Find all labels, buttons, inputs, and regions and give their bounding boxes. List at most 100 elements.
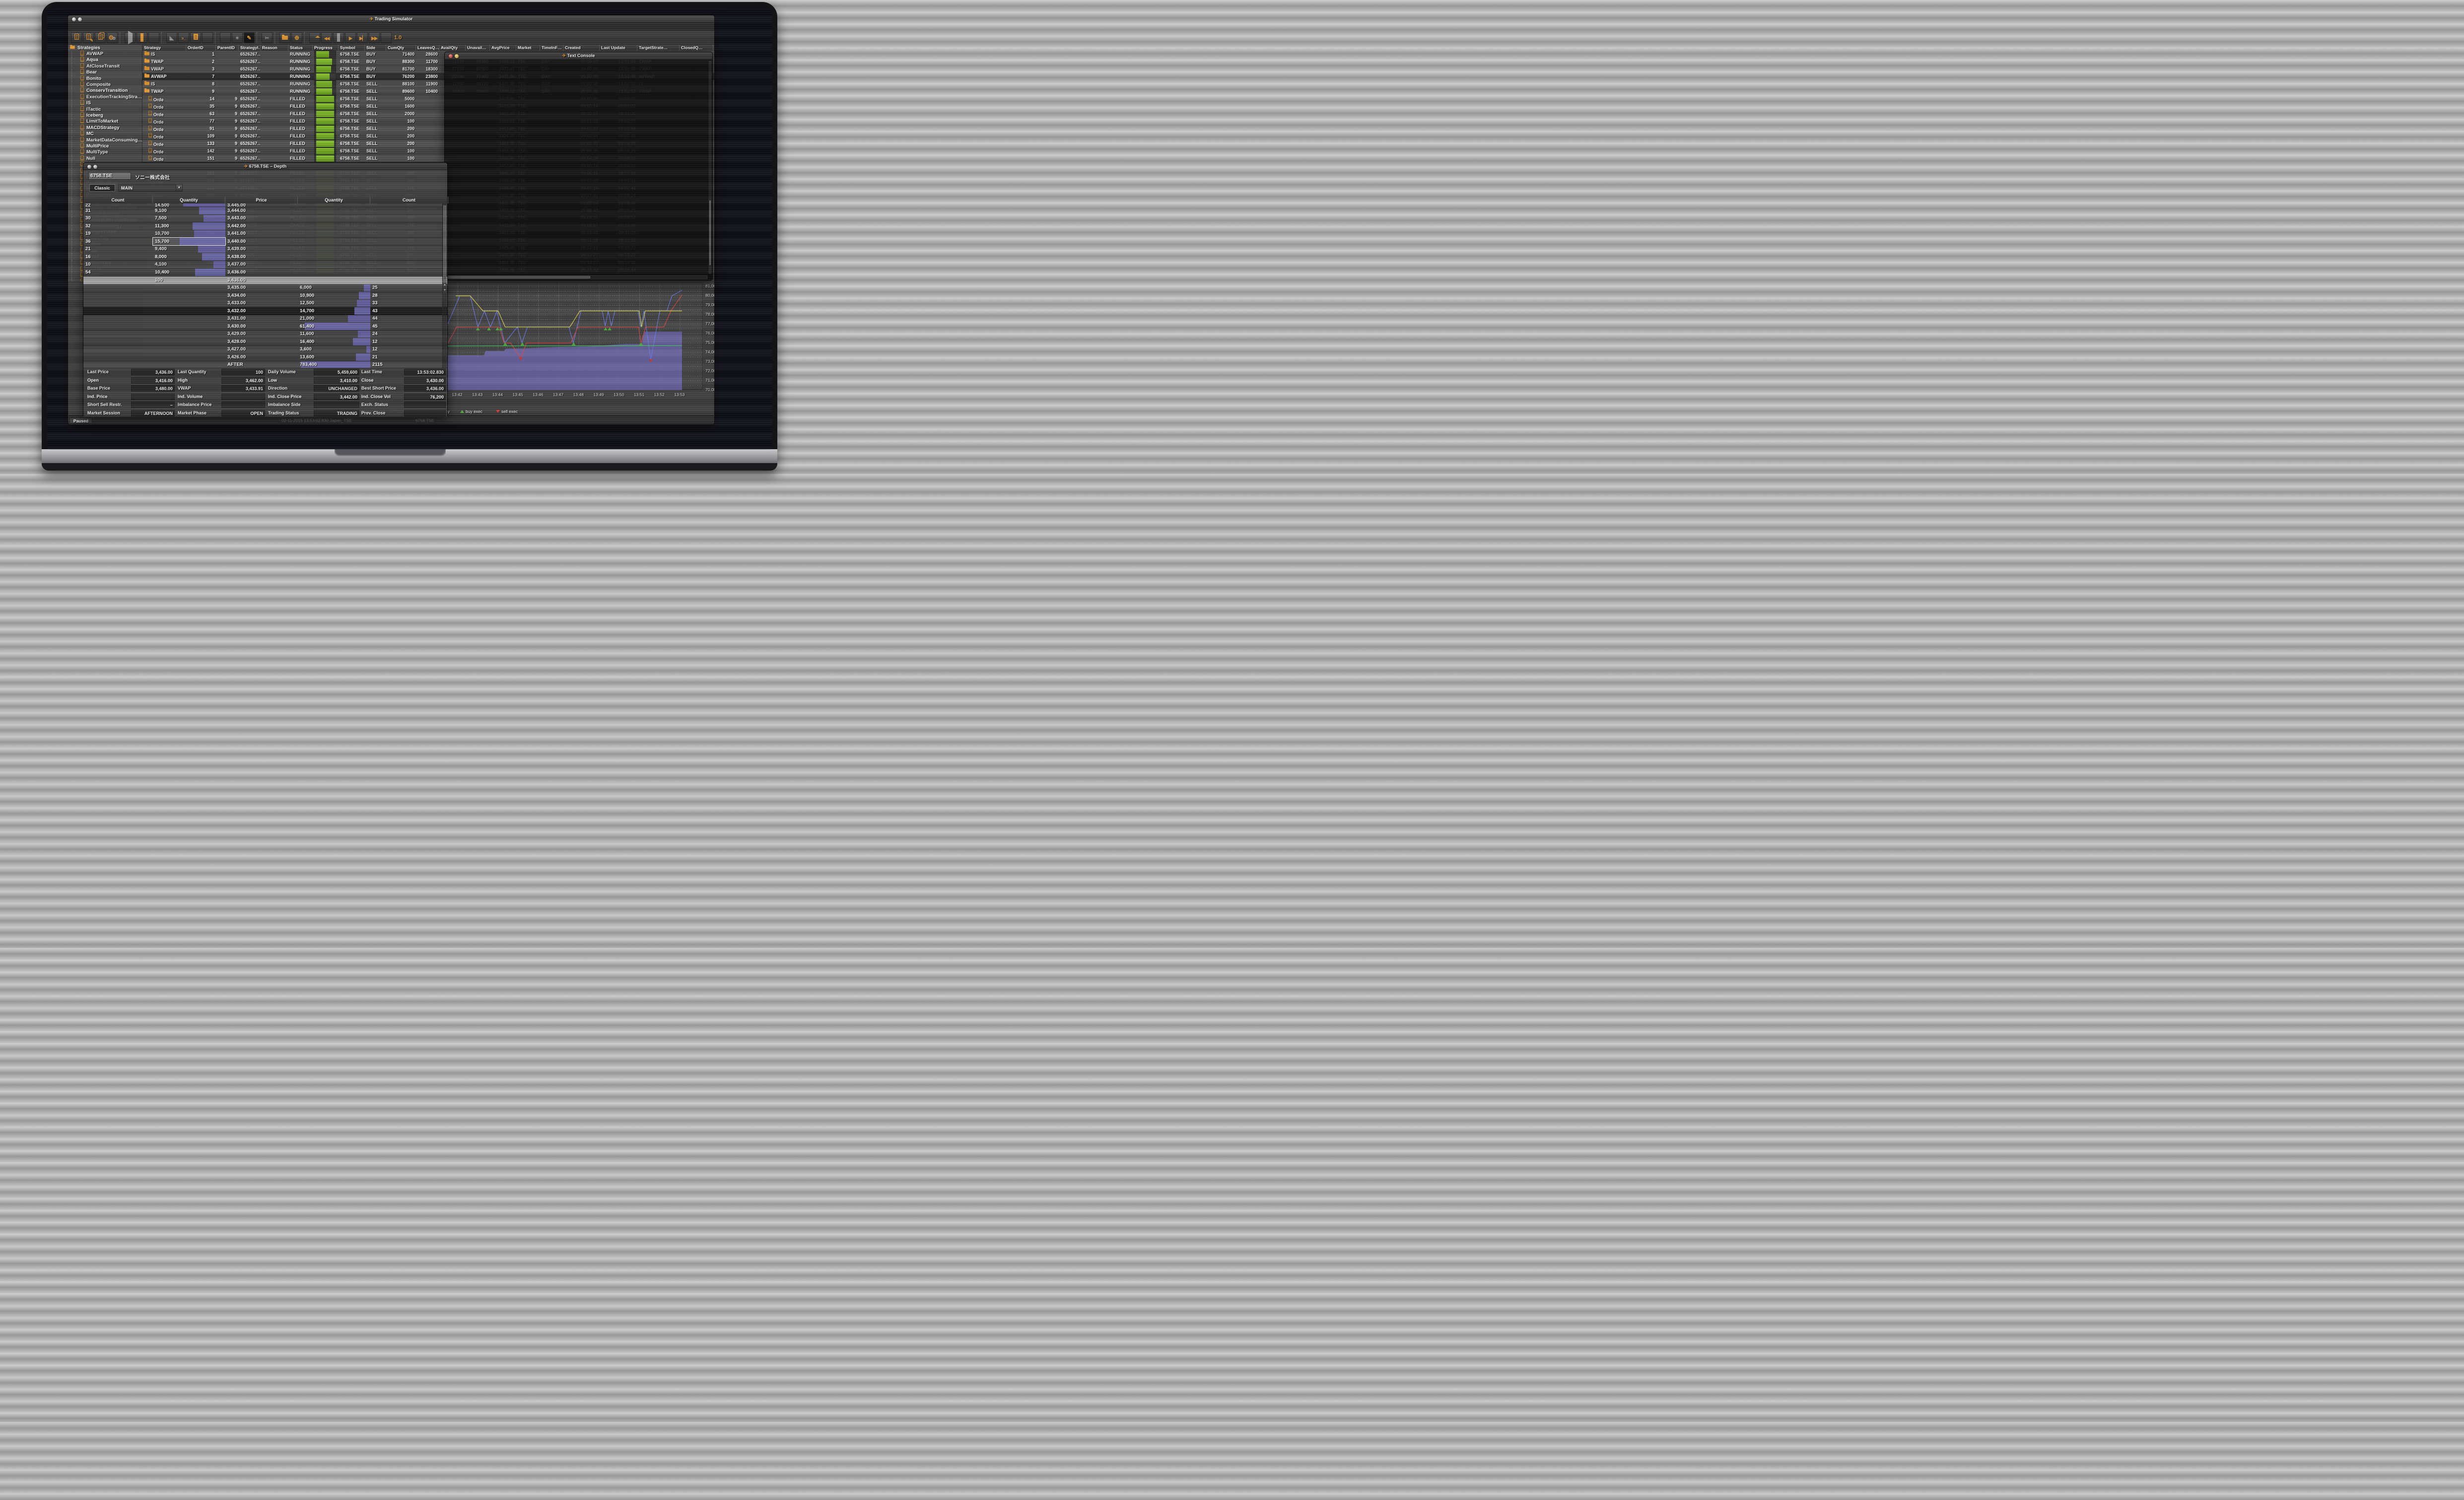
column-header-leavesQ[interactable]: LeavesQ… bbox=[416, 45, 439, 51]
sidebar-item-aqua[interactable]: Aqua bbox=[71, 57, 142, 63]
sidebar-item-iceberg[interactable]: Iceberg bbox=[71, 112, 142, 118]
sidebar-item-multiprice[interactable]: MultiPrice bbox=[71, 143, 142, 149]
folder-open-button[interactable] bbox=[279, 32, 290, 43]
classic-view-button[interactable]: Classic bbox=[89, 184, 115, 192]
column-header-unavail[interactable]: Unavail… bbox=[466, 45, 490, 51]
pause2-button[interactable] bbox=[333, 32, 344, 43]
bid-row[interactable]: 3,432.0014,70043 bbox=[83, 307, 447, 315]
sidebar-item-macdstrategy[interactable]: MACDStrategy bbox=[71, 125, 142, 131]
chevron-down-icon[interactable]: ▼ bbox=[176, 185, 182, 191]
column-header-target[interactable]: TargetStrate… bbox=[637, 45, 680, 51]
ask-row[interactable]: 307,5003,443.00 bbox=[83, 215, 447, 223]
column-header-orderId[interactable]: OrderID bbox=[186, 45, 216, 51]
column-header-created[interactable]: Created bbox=[563, 45, 600, 51]
bid-row[interactable]: 3,429.0011,60024 bbox=[83, 331, 447, 339]
depth-column-quantity1[interactable]: Quantity bbox=[153, 197, 225, 204]
column-header-cumQty[interactable]: CumQty bbox=[386, 45, 416, 51]
sidebar-item-executiontrackingstra[interactable]: ExecutionTrackingStra… bbox=[71, 94, 142, 100]
ask-row[interactable]: 3615,7003,440.00 bbox=[83, 238, 447, 246]
minimize-button[interactable] bbox=[78, 17, 82, 21]
column-header-prog[interactable]: Progress bbox=[313, 45, 339, 51]
ask-row[interactable]: 104,1003,437.00 bbox=[83, 261, 447, 269]
column-header-lastUpdate[interactable]: Last Update bbox=[600, 45, 637, 51]
pause-button[interactable] bbox=[137, 32, 147, 43]
column-header-parentId[interactable]: ParentID bbox=[216, 45, 239, 51]
last-trade-row[interactable]: 1003,436.00 bbox=[83, 276, 447, 284]
column-header-tif[interactable]: TimeInF… bbox=[540, 45, 563, 51]
column-header-symbol[interactable]: Symbol bbox=[339, 45, 365, 51]
sidebar-item-multitype[interactable]: MultiType bbox=[71, 149, 142, 155]
depth-titlebar[interactable]: ✈ 6758.TSE – Depth bbox=[83, 163, 447, 170]
sidebar-item-bear[interactable]: Bear bbox=[71, 69, 142, 75]
ask-row[interactable]: 168,0003,438.00 bbox=[83, 253, 447, 261]
column-header-availQty[interactable]: AvailQty bbox=[439, 45, 466, 51]
sidebar-item-itactic[interactable]: ITactic bbox=[71, 106, 142, 112]
after-row[interactable]: AFTER783,4002115 bbox=[83, 361, 447, 368]
depth-column-count0[interactable]: Count bbox=[83, 197, 153, 204]
sidebar-item-conservtransition[interactable]: ConservTransition bbox=[71, 88, 142, 94]
ask-row[interactable]: 3211,3003,442.00 bbox=[83, 222, 447, 230]
play2-button[interactable]: ▶ bbox=[345, 32, 356, 43]
terminal-button[interactable]: >_ bbox=[178, 32, 189, 43]
close-button[interactable] bbox=[72, 17, 76, 21]
bid-row[interactable]: 3,431.0021,00044 bbox=[83, 315, 447, 323]
console-vertical-scrollbar[interactable] bbox=[709, 61, 711, 273]
close-button[interactable] bbox=[87, 165, 91, 169]
scroll-up-icon[interactable]: ▲ bbox=[443, 283, 447, 288]
column-header-status[interactable]: Status bbox=[288, 45, 313, 51]
unlink-button[interactable]: ✂ bbox=[262, 32, 273, 43]
close-button[interactable] bbox=[449, 54, 453, 58]
column-header-market[interactable]: Market bbox=[516, 45, 540, 51]
bank-button[interactable] bbox=[309, 32, 320, 43]
notebook-button[interactable] bbox=[190, 32, 201, 43]
sidebar-item-atclosetransit[interactable]: AtCloseTransit bbox=[71, 63, 142, 69]
console-horizontal-scrollbar[interactable] bbox=[446, 275, 707, 279]
play-button[interactable] bbox=[125, 32, 136, 43]
gears-button[interactable]: ⚙⚙ bbox=[107, 32, 118, 43]
pencil-button[interactable]: ✎ bbox=[244, 32, 255, 43]
list-button[interactable] bbox=[202, 32, 213, 43]
book-select[interactable]: MAIN ▼ bbox=[118, 184, 183, 192]
ask-row[interactable]: 219,4003,439.00 bbox=[83, 246, 447, 254]
column-header-strategy[interactable]: Strategy bbox=[142, 45, 186, 51]
minimize-button[interactable] bbox=[455, 54, 459, 58]
edit-page-button[interactable]: ✎ bbox=[83, 32, 94, 43]
sidebar-item-composite[interactable]: Composite bbox=[71, 81, 142, 87]
main-titlebar[interactable]: ✈ Trading Simulator bbox=[68, 15, 714, 23]
sidebar-item-avwap[interactable]: AVWAP bbox=[71, 51, 142, 57]
bid-row[interactable]: 3,434.0010,90028 bbox=[83, 292, 447, 300]
console-output[interactable] bbox=[448, 61, 707, 274]
area-chart-button[interactable]: ◣ bbox=[166, 32, 177, 43]
ffwd-button[interactable]: ▶▶ bbox=[369, 32, 380, 43]
depth-column-quantity3[interactable]: Quantity bbox=[298, 197, 370, 204]
bid-row[interactable]: 3,433.0012,50033 bbox=[83, 300, 447, 308]
console-titlebar[interactable]: ✈ Text Console bbox=[445, 52, 712, 60]
ask-row[interactable]: 1910,7003,441.00 bbox=[83, 230, 447, 238]
bid-row[interactable]: 3,428.0016,40012 bbox=[83, 338, 447, 346]
depth-scrollbar[interactable]: ▲ ▼ bbox=[442, 204, 447, 368]
depth-column-price2[interactable]: Price bbox=[225, 197, 298, 204]
sidebar-item-bonito[interactable]: Bonito bbox=[71, 75, 142, 81]
sidebar-item-is[interactable]: IS bbox=[71, 100, 142, 106]
bar-chart-button[interactable] bbox=[220, 32, 231, 43]
sidebar-item-null[interactable]: Null bbox=[71, 155, 142, 161]
rewind-button[interactable]: ◀◀ bbox=[321, 32, 332, 43]
step-button[interactable]: ▶▏ bbox=[357, 32, 368, 43]
column-header-avgPrice[interactable]: AvgPrice bbox=[490, 45, 516, 51]
bid-row[interactable]: 3,435.006,00025 bbox=[83, 284, 447, 292]
copy-button[interactable] bbox=[95, 32, 106, 43]
depth-column-count4[interactable]: Count bbox=[370, 197, 448, 204]
stop-button[interactable] bbox=[148, 32, 159, 43]
bid-row[interactable]: 3,430.0061,40045 bbox=[83, 323, 447, 331]
minimize-button[interactable] bbox=[93, 165, 97, 169]
sidebar-item-marketdataconsuming[interactable]: MarketDataConsuming… bbox=[71, 137, 142, 143]
sidebar-item-mc[interactable]: MC bbox=[71, 131, 142, 136]
ask-row[interactable]: 2214,5003,445.00 bbox=[83, 204, 447, 207]
sidebar-root[interactable]: Strategies bbox=[68, 45, 142, 51]
column-header-closedQ[interactable]: ClosedQ… bbox=[680, 45, 713, 51]
new-page-button[interactable] bbox=[71, 32, 82, 43]
globe-button[interactable]: ⊕ bbox=[291, 32, 302, 43]
sidebar-item-limittomarket[interactable]: LimitToMarket bbox=[71, 119, 142, 125]
ask-row[interactable]: 5410,4003,436.00 bbox=[83, 269, 447, 276]
column-header-reason[interactable]: Reason bbox=[261, 45, 288, 51]
